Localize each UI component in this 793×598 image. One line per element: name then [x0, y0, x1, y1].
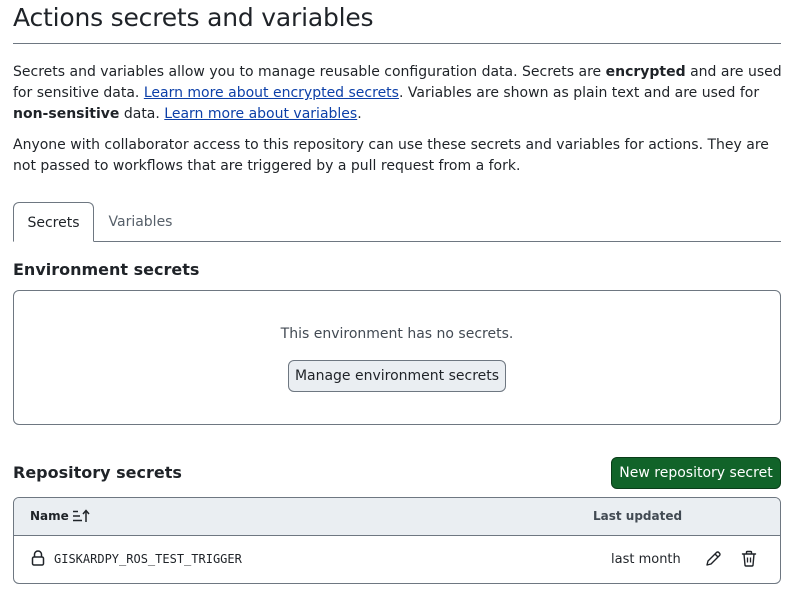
name-column-label: Name: [30, 509, 69, 523]
intro-bold-encrypted: encrypted: [605, 64, 686, 80]
lock-icon: [31, 550, 45, 566]
new-repository-secret-button[interactable]: New repository secret: [611, 457, 781, 489]
environment-secrets-panel: This environment has no secrets. Manage …: [13, 290, 781, 425]
tab-secrets[interactable]: Secrets: [13, 202, 94, 242]
intro-bold-non-sensitive: non-sensitive: [13, 106, 120, 122]
last-updated-column-header: Last updated: [593, 509, 683, 523]
pencil-icon[interactable]: [703, 549, 723, 569]
title-divider: [13, 43, 781, 44]
page-title: Actions secrets and variables: [13, 3, 374, 32]
table-header: Name Last updated: [14, 498, 780, 536]
intro-paragraph: Secrets and variables allow you to manag…: [13, 62, 785, 125]
variables-link[interactable]: Learn more about variables: [164, 106, 357, 122]
secret-name: GISKARDPY_ROS_TEST_TRIGGER: [54, 552, 242, 566]
sort-ascending-icon[interactable]: [72, 509, 90, 523]
encrypted-secrets-link[interactable]: Learn more about encrypted secrets: [144, 85, 399, 101]
secrets-variables-tabs: Secrets Variables: [13, 202, 781, 242]
intro-text-3: . Variables are shown as plain text and …: [398, 85, 760, 101]
secrets-settings-page: Actions secrets and variables Secrets an…: [0, 0, 793, 598]
intro-text-1: Secrets and variables allow you to manag…: [13, 64, 606, 80]
tab-variables[interactable]: Variables: [94, 202, 187, 242]
environment-secrets-heading: Environment secrets: [13, 260, 200, 279]
intro-text-5: .: [357, 106, 362, 122]
collaborator-note: Anyone with collaborator access to this …: [13, 137, 769, 174]
intro-text-4: data.: [119, 106, 165, 122]
trash-icon[interactable]: [739, 549, 759, 569]
secret-last-updated: last month: [611, 552, 681, 567]
repository-secrets-heading: Repository secrets: [13, 463, 182, 482]
repository-secrets-table: Name Last updated GISKARDPY_ROS_TEST_TRI…: [13, 497, 781, 584]
name-column-header[interactable]: Name: [30, 498, 69, 535]
table-row: GISKARDPY_ROS_TEST_TRIGGER last month: [14, 536, 780, 583]
environment-empty-message: This environment has no secrets.: [280, 326, 514, 342]
manage-environment-secrets-button[interactable]: Manage environment secrets: [288, 360, 506, 392]
